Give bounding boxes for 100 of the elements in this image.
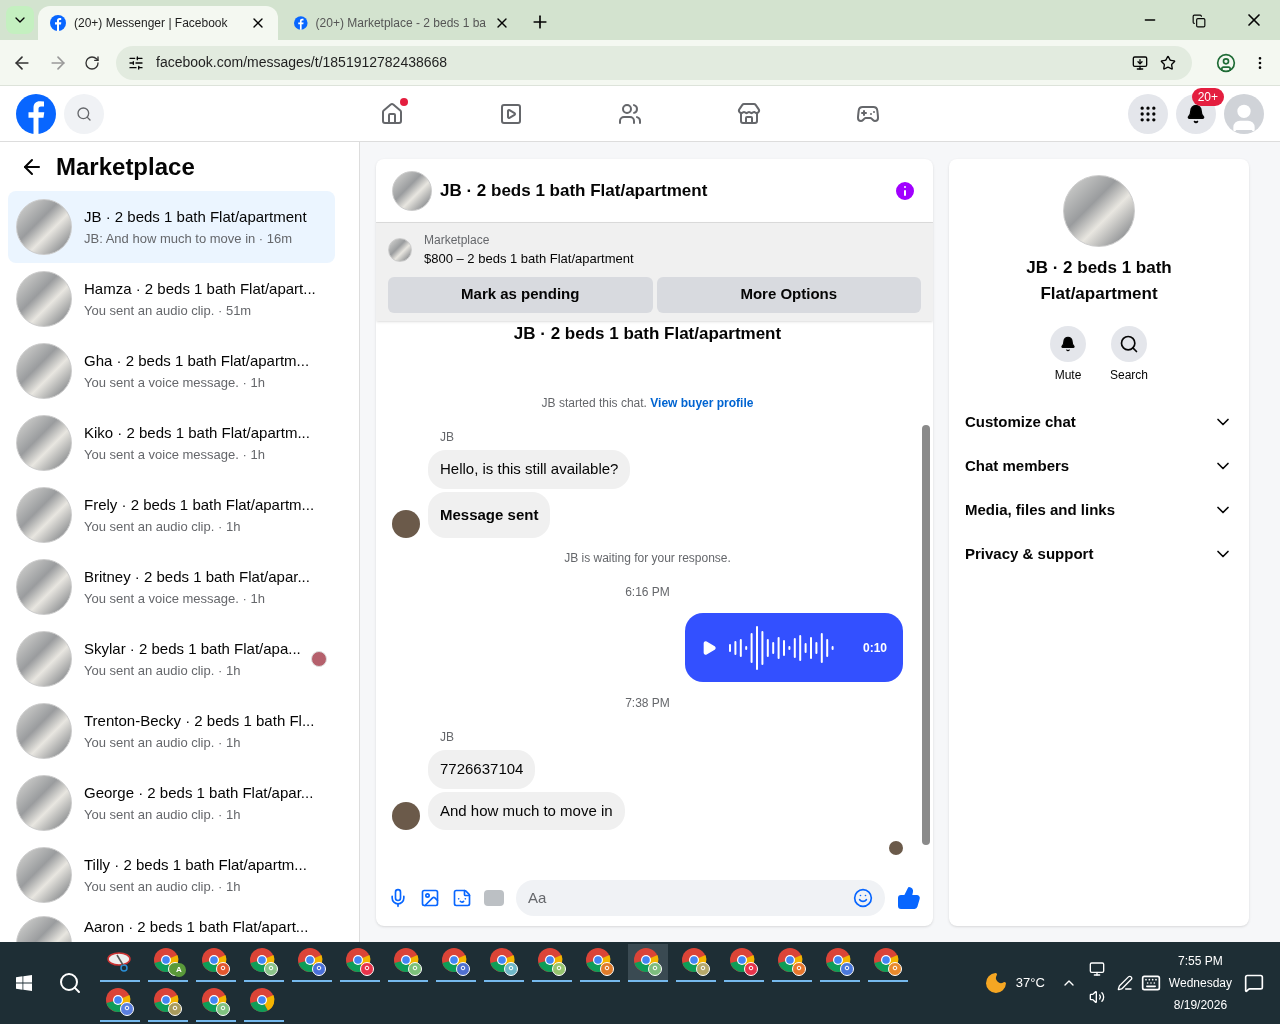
menu-button[interactable] (1128, 93, 1168, 134)
browser-tab[interactable]: (20+) Messenger | Facebook (38, 6, 278, 40)
network-icon[interactable] (1088, 961, 1105, 977)
listing-action-button[interactable]: More Options (656, 276, 921, 313)
photo-placeholder (16, 199, 72, 255)
listing-heading: JB · 2 beds 1 bath Flat/apartment (513, 322, 782, 345)
chat-list-item[interactable]: Hamza · 2 beds 1 bath Flat/apart... You sent an audio clip. · 51m (8, 263, 335, 335)
tab-list-button[interactable] (6, 6, 34, 34)
message-text[interactable]: Aa (528, 886, 853, 910)
restore-icon[interactable] (1192, 14, 1206, 28)
details-section[interactable]: Media, files and links (965, 488, 1233, 532)
message-input[interactable]: Aa (516, 880, 885, 916)
listing-text: $800 – 2 beds 1 bath Flat/apartment (424, 250, 634, 268)
chrome-icon (681, 947, 711, 977)
chrome-icon (201, 947, 231, 977)
search-icon (1119, 334, 1139, 354)
chat-list-item[interactable]: Trenton-Becky · 2 beds 1 bath Fl... You sent an audio clip. · 1h (8, 695, 335, 767)
chat-title: Trenton-Becky · 2 beds 1 bath Fl... (84, 711, 316, 731)
image-icon[interactable] (420, 888, 440, 908)
details-section[interactable]: Customize chat (965, 400, 1233, 444)
details-section[interactable]: Chat members (965, 444, 1233, 488)
photo-placeholder (16, 559, 72, 615)
chrome-icon (201, 987, 231, 1017)
chrome-icon (393, 947, 423, 977)
chat-list-item[interactable]: George · 2 beds 1 bath Flat/apar... You sent an audio clip. · 1h (8, 767, 335, 839)
play-icon (701, 639, 717, 656)
address-field[interactable]: facebook.com/messages/t/1851912782438668 (116, 45, 1192, 80)
site-settings-icon (128, 54, 144, 71)
browser-tab[interactable]: (20+) Marketplace - 2 beds 1 ba (282, 6, 522, 40)
video-icon[interactable] (499, 101, 523, 126)
profile-letter: A (172, 963, 186, 977)
chrome-icon (873, 947, 903, 977)
panel-title: Marketplace (56, 151, 195, 182)
mute-button[interactable] (1050, 326, 1086, 362)
listing-action-button[interactable]: Mark as pending (388, 276, 653, 313)
chat-list-item[interactable]: Kiko · 2 beds 1 bath Flat/apartm... You sent a voice message. · 1h (8, 407, 335, 479)
photo-placeholder (16, 271, 72, 327)
chrome-icon (297, 947, 327, 977)
tab-title: (20+) Marketplace - 2 beds 1 ba (315, 15, 486, 32)
friends-icon[interactable] (618, 101, 642, 126)
chrome-icon (729, 947, 759, 977)
section-label: Customize chat (965, 411, 1077, 432)
facebook-icon (50, 15, 66, 31)
install-icon[interactable] (1132, 54, 1148, 71)
message-bubble: Hello, is this still available? (428, 450, 631, 489)
chat-list-item[interactable]: Britney · 2 beds 1 bath Flat/apar... You sent a voice message. · 1h (8, 551, 335, 623)
photo-placeholder (388, 237, 412, 262)
action-label: Search (1110, 367, 1148, 384)
photo-placeholder (16, 631, 72, 687)
chat-list-item[interactable]: Skylar · 2 beds 1 bath Flat/apa... You sent an audio clip. · 1h (8, 623, 335, 695)
reload-icon[interactable] (84, 54, 100, 71)
chat-list-item[interactable]: JB · 2 beds 1 bath Flat/apartment JB: And how much to move in · 16m (8, 191, 335, 263)
pen-icon[interactable] (1116, 975, 1133, 991)
notifications-icon[interactable] (1244, 973, 1264, 993)
chat-list-item[interactable]: Frely · 2 beds 1 bath Flat/apartm... You sent an audio clip. · 1h (8, 479, 335, 551)
facebook-logo-icon[interactable] (16, 93, 56, 134)
chat-title: Tilly · 2 beds 1 bath Flat/apartm... (84, 855, 308, 875)
message-bubble: Message sent (428, 491, 551, 538)
chat-preview: You sent an audio clip. · 1h (84, 805, 242, 824)
chrome-icon (585, 947, 615, 977)
profile-icon[interactable] (1216, 52, 1236, 73)
search-button[interactable] (1111, 326, 1147, 362)
photo-placeholder (16, 487, 72, 543)
chrome-icon (777, 947, 807, 977)
audio-message[interactable]: 0:10 (685, 613, 903, 682)
volume-icon[interactable] (1088, 989, 1105, 1005)
chat-title: Gha · 2 beds 1 bath Flat/apartm... (84, 351, 311, 371)
keyboard-icon[interactable] (1140, 973, 1161, 993)
photo-placeholder (16, 775, 72, 831)
photo-placeholder (16, 847, 72, 903)
chrome-icon (633, 947, 663, 977)
chat-preview: You sent an audio clip. · 1h (84, 733, 242, 752)
chat-preview: You sent an audio clip. · 1h (84, 661, 242, 680)
message-bubble: 7726637104 (428, 750, 536, 789)
search-icon[interactable] (58, 971, 82, 995)
home-icon[interactable] (380, 101, 404, 126)
microphone-icon[interactable] (388, 888, 408, 908)
chat-list-item[interactable]: Tilly · 2 beds 1 bath Flat/apartm... You sent an audio clip. · 1h (8, 839, 335, 911)
buyer-profile-link[interactable]: View buyer profile (650, 396, 754, 410)
store-icon[interactable] (737, 101, 761, 126)
chat-preview: You sent an audio clip. · 51m (84, 301, 253, 320)
sticker-icon[interactable] (452, 888, 472, 908)
windows-start-icon[interactable] (16, 975, 32, 991)
chrome-taskbar-button[interactable] (628, 944, 668, 982)
emoji-icon[interactable] (853, 888, 873, 908)
chrome-icon (345, 947, 375, 977)
url-text: facebook.com/messages/t/1851912782438668 (156, 53, 449, 72)
chrome-icon (249, 947, 279, 977)
system-message: JB started this chat. View buyer profile (541, 395, 754, 412)
system-message: JB is waiting for your response. (564, 550, 731, 567)
details-section[interactable]: Privacy & support (965, 532, 1233, 576)
tab-title: (20+) Messenger | Facebook (74, 15, 229, 32)
bell-icon (1060, 336, 1076, 352)
photo-placeholder (16, 703, 72, 759)
facebook-icon (294, 15, 308, 31)
sender-name: JB (440, 729, 455, 746)
like-icon[interactable] (897, 886, 921, 910)
clock-date: 8/19/2026 (1173, 997, 1228, 1014)
chat-list-item[interactable]: Gha · 2 beds 1 bath Flat/apartm... You sent a voice message. · 1h (8, 335, 335, 407)
bookmark-icon[interactable] (1160, 54, 1176, 71)
